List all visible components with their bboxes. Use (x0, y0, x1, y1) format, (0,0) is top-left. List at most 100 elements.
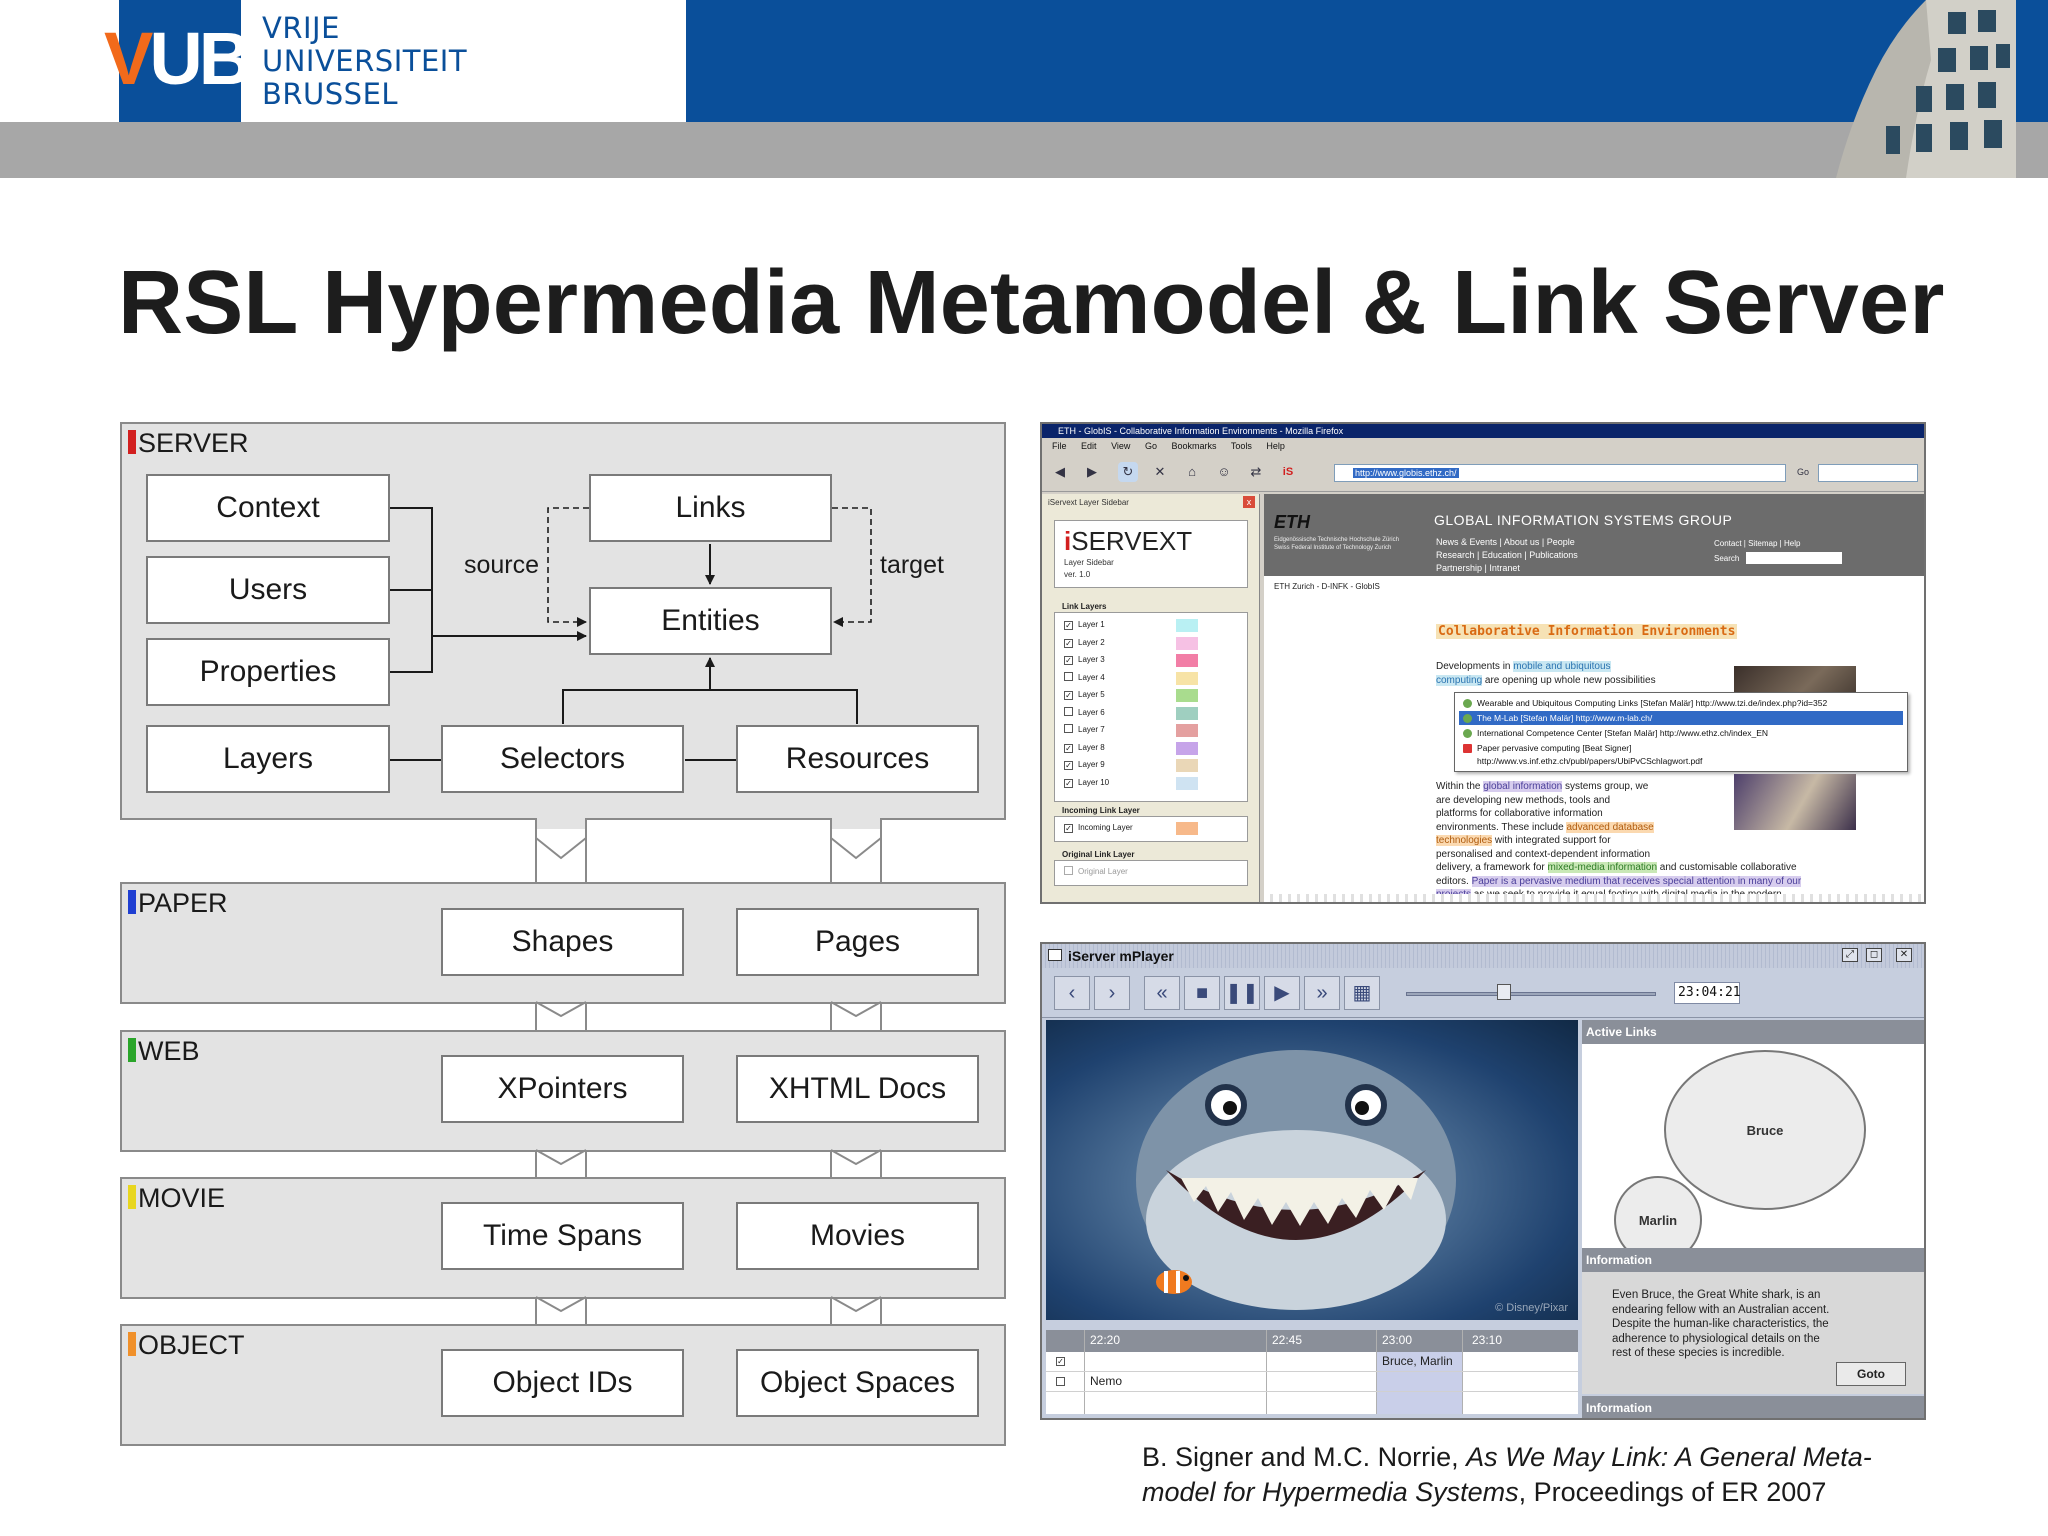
layer-color-swatch (1176, 671, 1198, 685)
rewind-icon[interactable]: « (1144, 976, 1180, 1010)
iserver-icon[interactable]: iS (1278, 462, 1298, 482)
layer-checkbox[interactable]: ✓ (1064, 691, 1073, 700)
link-technologies[interactable]: technologies (1436, 835, 1493, 846)
site-nav[interactable]: News & Events | About us | People Resear… (1436, 536, 1578, 575)
layer-label: Layer 3 (1078, 655, 1105, 664)
link-mixed-media[interactable]: mixed-media information (1547, 862, 1658, 873)
restore-icon[interactable]: ⤢ (1842, 948, 1858, 962)
window-icon (1048, 949, 1062, 961)
close-icon[interactable]: x (1243, 496, 1255, 508)
home-icon[interactable]: ⌂ (1182, 462, 1202, 482)
stop-icon[interactable]: ✕ (1150, 462, 1170, 482)
layer-row[interactable]: ✓ Layer 3 (1064, 653, 1198, 669)
layer-checkbox[interactable]: ✓ (1064, 778, 1073, 788)
layer-checkbox[interactable]: ✓ (1064, 656, 1073, 665)
logo-line: BRUSSEL (262, 77, 399, 111)
timeline-clip-label[interactable]: Bruce, Marlin (1382, 1354, 1453, 1368)
popup-item[interactable]: Wearable and Ubiquitous Computing Links … (1459, 696, 1903, 710)
original-layer-checkbox[interactable] (1064, 866, 1073, 875)
incoming-layer-label: Incoming Link Layer (1062, 806, 1140, 815)
layer-row[interactable]: ✓ Layer 2 (1064, 636, 1198, 652)
fast-forward-icon[interactable]: » (1304, 976, 1340, 1010)
layer-row[interactable]: ✓ Layer 9 (1064, 758, 1198, 774)
layer-row[interactable]: Layer 4 (1064, 671, 1198, 687)
i-marker (128, 1332, 136, 1356)
maximize-icon[interactable]: ◻ (1866, 948, 1882, 962)
incoming-layer-row[interactable]: ✓ Incoming Layer (1064, 821, 1198, 837)
i-marker (128, 1038, 136, 1062)
back-icon[interactable]: ◀ (1050, 462, 1070, 482)
close-icon[interactable]: ✕ (1896, 948, 1912, 962)
vub-logo[interactable]: VUB (104, 22, 252, 96)
layer-row[interactable]: ✓ Layer 5 (1064, 688, 1198, 704)
go-button[interactable]: Go (1790, 462, 1816, 482)
eth-logo[interactable]: ETH (1274, 512, 1310, 533)
sidebar-toggle-icon[interactable]: ⇄ (1246, 462, 1266, 482)
time-display[interactable]: 23:04:21 (1674, 982, 1741, 1004)
link-mobile-ubiquitous[interactable]: mobile and ubiquitous (1513, 661, 1611, 672)
sidebar-version: ver. 1.0 (1064, 570, 1091, 579)
layer-row[interactable]: Layer 7 (1064, 723, 1198, 739)
play-icon[interactable]: ▶ (1264, 976, 1300, 1010)
information-header-2: Information (1582, 1396, 1924, 1418)
popup-item[interactable]: International Competence Center [Stefan … (1459, 726, 1903, 740)
reload-icon[interactable]: ↻ (1118, 462, 1138, 482)
box-movies: Movies (736, 1202, 979, 1270)
menu-help[interactable]: Help (1266, 441, 1285, 451)
layer-checkbox[interactable]: ✓ (1064, 761, 1073, 770)
popup-item[interactable]: Paper pervasive computing [Beat Signer] (1459, 741, 1903, 755)
incoming-layer-checkbox[interactable]: ✓ (1064, 824, 1073, 833)
site-search-input[interactable] (1746, 552, 1842, 564)
link-node-bruce[interactable]: Bruce (1664, 1050, 1866, 1210)
timeline-tick: 22:45 (1272, 1333, 1303, 1347)
url-input[interactable]: http://www.globis.ethz.ch/ (1334, 464, 1786, 482)
goto-button[interactable]: Goto (1836, 1362, 1906, 1386)
link-computing[interactable]: computing (1436, 674, 1483, 686)
layer-label: MOVIE (128, 1183, 225, 1214)
original-layer-row[interactable]: Original Layer (1064, 865, 1184, 881)
menu-go[interactable]: Go (1145, 441, 1157, 451)
extension-icon[interactable]: ☺ (1214, 462, 1234, 482)
breadcrumb[interactable]: ETH Zurich - D-INFK - GlobIS (1274, 582, 1380, 591)
menu-file[interactable]: File (1052, 441, 1067, 451)
film-icon[interactable]: ▦ (1344, 976, 1380, 1010)
timeline[interactable]: 22:20 22:45 23:00 23:10 ✓ Bruce, Marlin … (1046, 1330, 1578, 1414)
next-link-icon[interactable]: › (1094, 976, 1130, 1010)
video-frame[interactable]: © Disney/Pixar (1046, 1020, 1578, 1320)
browser-toolbar: ◀ ▶ ↻ ✕ ⌂ ☺ ⇄ iS http://www.globis.ethz.… (1042, 454, 1924, 492)
layer-row[interactable]: ✓ Layer 10 (1064, 776, 1198, 792)
link-global-information[interactable]: global information (1483, 781, 1563, 792)
stop-icon[interactable]: ■ (1184, 976, 1220, 1010)
timeline-row-checkbox[interactable]: ✓ (1056, 1357, 1065, 1366)
timeline-row-checkbox[interactable] (1056, 1377, 1065, 1386)
layer-checkbox[interactable] (1064, 671, 1073, 681)
incoming-layer-color (1176, 822, 1198, 835)
layer-row[interactable]: ✓ Layer 1 (1064, 618, 1198, 634)
sidebar-brand: iSERVEXT (1064, 526, 1193, 556)
layer-checkbox[interactable]: ✓ (1064, 743, 1073, 753)
layer-color-swatch (1176, 636, 1198, 650)
menu-view[interactable]: View (1111, 441, 1130, 451)
layer-row[interactable]: ✓ Layer 8 (1064, 741, 1198, 757)
popup-item-url[interactable]: http://www.vs.inf.ethz.ch/publ/papers/Ub… (1459, 754, 1903, 768)
layer-checkbox[interactable]: ✓ (1064, 638, 1073, 648)
forward-icon[interactable]: ▶ (1082, 462, 1102, 482)
previous-link-icon[interactable]: ‹ (1054, 976, 1090, 1010)
layer-label: Layer 10 (1078, 777, 1110, 787)
layer-checkbox[interactable] (1064, 706, 1073, 716)
layer-checkbox[interactable] (1064, 724, 1073, 733)
seek-slider-knob[interactable] (1496, 984, 1511, 1000)
link-advanced-database[interactable]: advanced database (1566, 821, 1654, 833)
layer-checkbox[interactable]: ✓ (1064, 621, 1073, 630)
popup-item-selected[interactable]: The M-Lab [Stefan Malär] http://www.m-la… (1459, 711, 1903, 725)
link-paper-pervasive[interactable]: Paper is a pervasive medium that receive… (1471, 875, 1802, 887)
menu-bookmarks[interactable]: Bookmarks (1171, 441, 1216, 451)
layer-row[interactable]: Layer 6 (1064, 706, 1198, 722)
menu-edit[interactable]: Edit (1081, 441, 1097, 451)
search-input[interactable] (1818, 464, 1918, 482)
menu-tools[interactable]: Tools (1231, 441, 1252, 451)
seek-slider[interactable] (1406, 992, 1656, 996)
layer-color-swatch (1176, 741, 1198, 755)
layer-color-swatch (1176, 706, 1198, 720)
pause-icon[interactable]: ❚❚ (1224, 976, 1260, 1010)
